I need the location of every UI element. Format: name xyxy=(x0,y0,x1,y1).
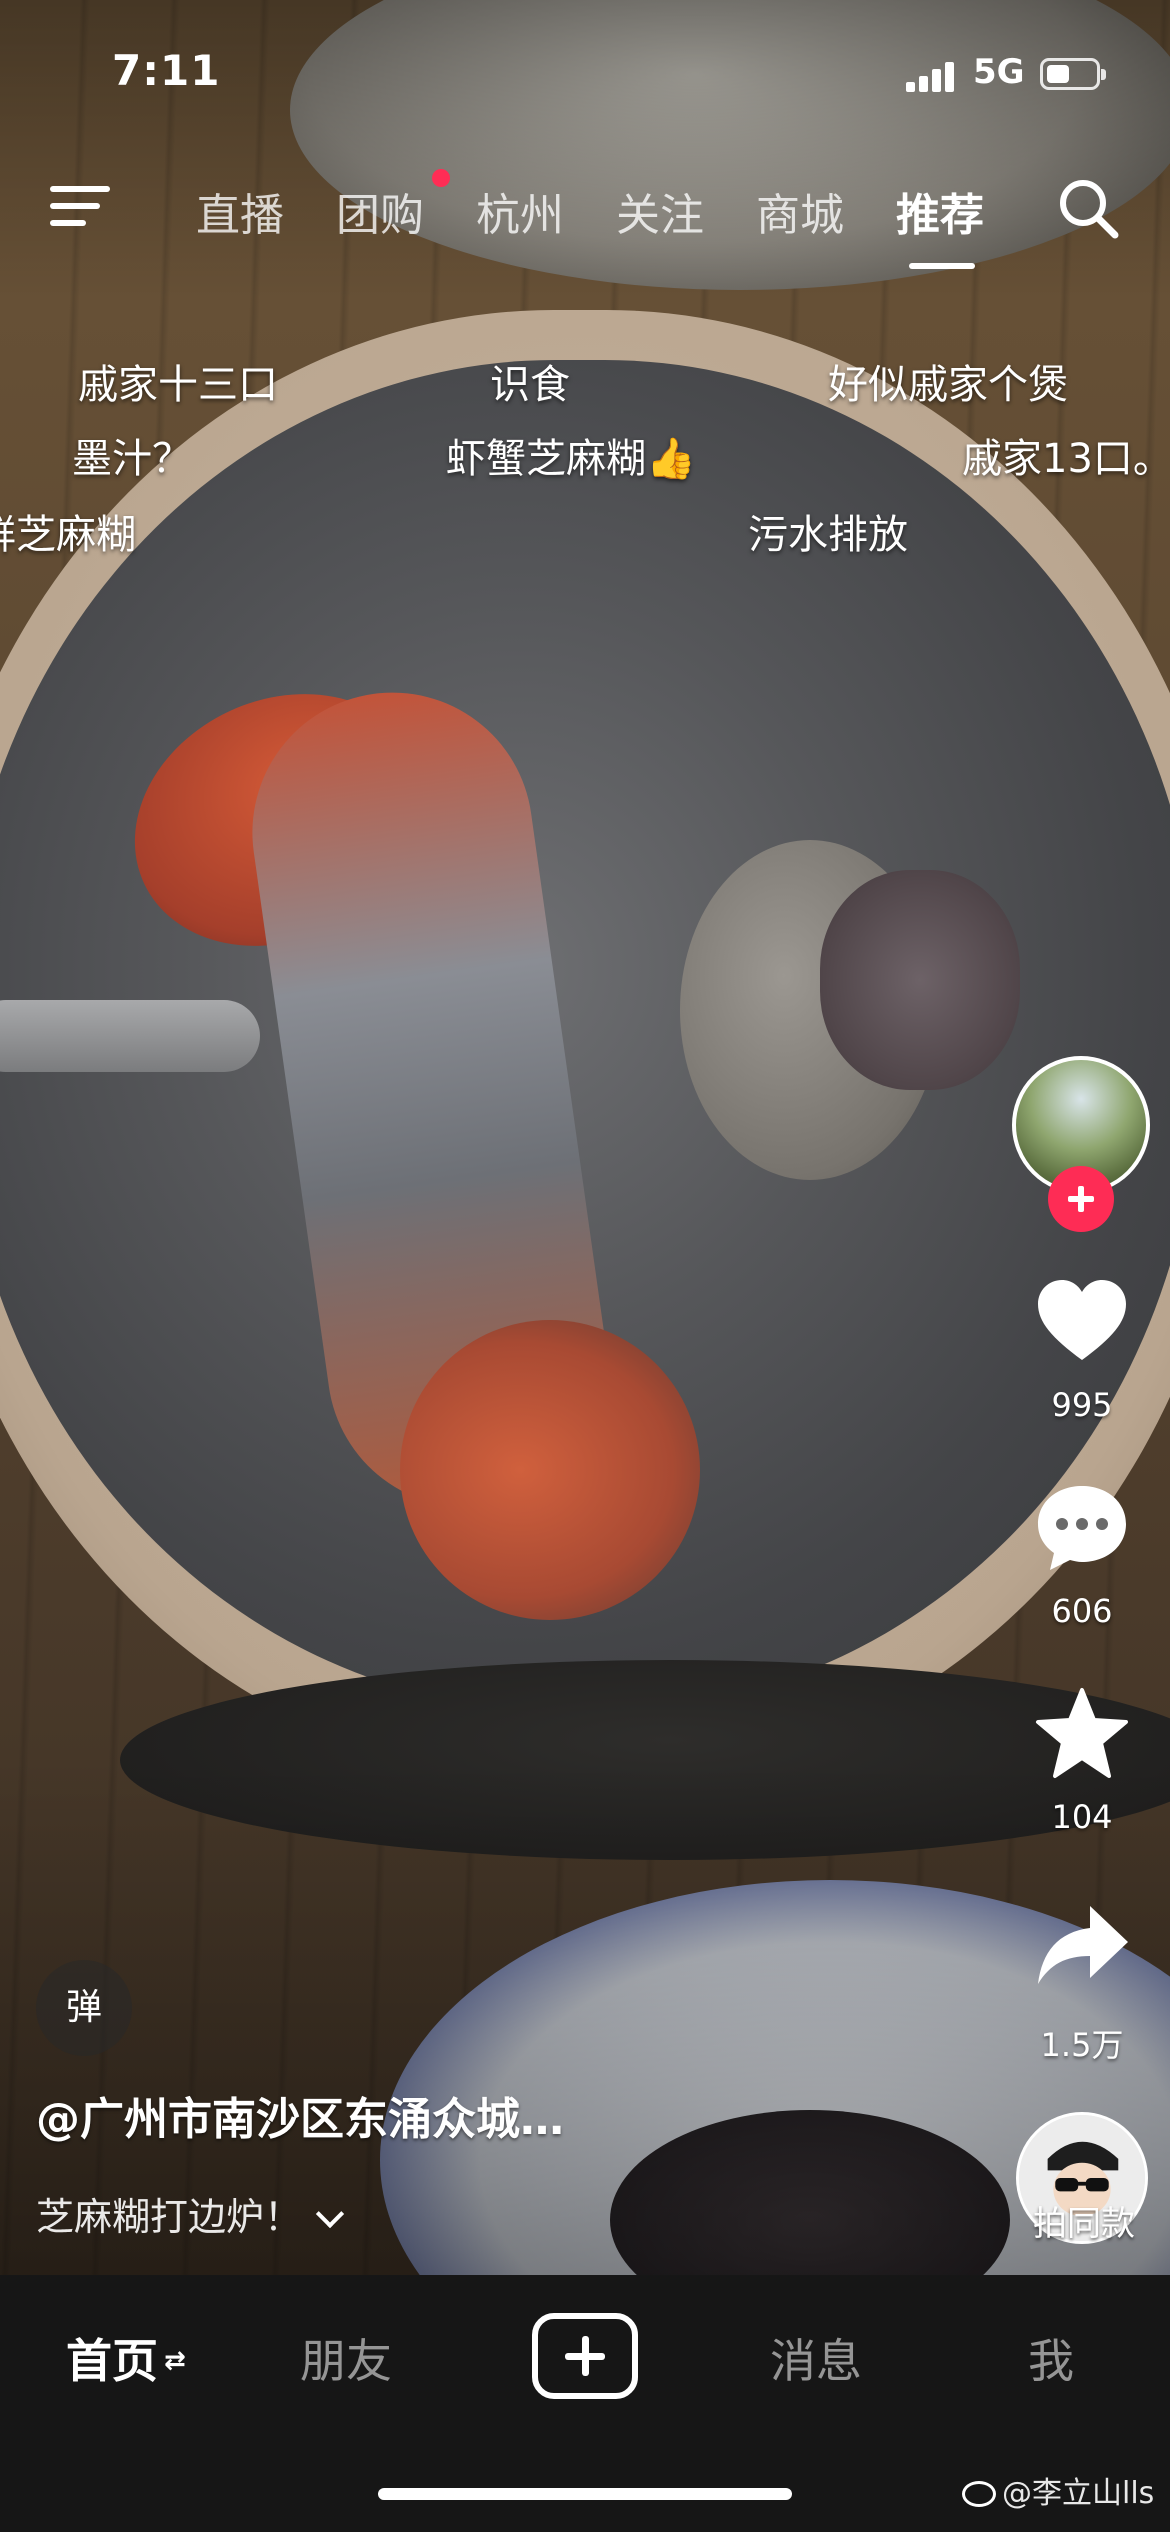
danmaku-comment: 鲜芝麻糊 xyxy=(0,512,136,558)
menu-icon[interactable] xyxy=(50,180,114,232)
danmaku-comment: 识食 xyxy=(490,362,570,408)
tab-city[interactable]: 杭州 xyxy=(476,179,564,243)
danmaku-comment: 污水排放 xyxy=(748,512,908,558)
chevron-down-icon xyxy=(315,2199,345,2229)
swap-arrows-icon: ⇄ xyxy=(164,2346,186,2376)
status-bar: 7:11 5G xyxy=(0,0,1170,150)
video-frame[interactable] xyxy=(0,0,1170,2275)
tab-group-buy[interactable]: 团购 xyxy=(336,179,424,243)
tab-home[interactable]: 首页 ⇄ xyxy=(66,2325,186,2391)
meatball xyxy=(820,870,1020,1090)
tab-friends[interactable]: 朋友 xyxy=(300,2325,392,2391)
danmaku-toggle-button[interactable]: 弹 xyxy=(36,1960,132,2056)
tab-mall[interactable]: 商城 xyxy=(756,179,844,243)
same-style-label[interactable]: 拍同款 xyxy=(1000,2196,1168,2245)
comment-icon[interactable] xyxy=(1032,1478,1132,1578)
active-tab-indicator xyxy=(909,263,975,269)
danmaku-comment: 虾蟹芝麻糊👍 xyxy=(446,436,696,482)
tab-home-label: 首页 xyxy=(66,2334,158,2388)
network-type: 5G xyxy=(973,52,1025,92)
status-time: 7:11 xyxy=(112,46,221,95)
danmaku-comment: 墨汁？ xyxy=(72,436,192,482)
like-heart-icon[interactable] xyxy=(1032,1272,1132,1372)
shrimp-head xyxy=(400,1320,700,1620)
share-count: 1.5万 xyxy=(1040,2026,1124,2064)
tab-messages[interactable]: 消息 xyxy=(770,2325,862,2391)
ladle-handle xyxy=(0,1000,260,1072)
share-arrow-icon[interactable] xyxy=(1032,1896,1132,1996)
create-post-button[interactable] xyxy=(532,2313,638,2399)
weibo-icon xyxy=(962,2481,996,2507)
favorite-star-icon[interactable] xyxy=(1032,1684,1132,1784)
like-count: 995 xyxy=(1051,1386,1113,1424)
favorite-count: 104 xyxy=(1051,1798,1113,1836)
description-text: 芝麻糊打边炉！ xyxy=(36,2195,303,2239)
notification-dot xyxy=(432,169,450,187)
follow-button[interactable] xyxy=(1048,1166,1114,1232)
home-indicator[interactable] xyxy=(378,2488,792,2500)
danmaku-comment: 戚家13口。 xyxy=(962,436,1170,482)
watermark-text: @李立山lls xyxy=(1002,2476,1155,2511)
battery-icon xyxy=(1040,58,1106,90)
search-icon[interactable] xyxy=(1055,175,1121,241)
danmaku-comment: 好似戚家个煲 xyxy=(828,362,1068,408)
tab-recommend[interactable]: 推荐 xyxy=(896,179,984,243)
comment-count: 606 xyxy=(1051,1592,1113,1630)
signal-icon xyxy=(906,62,956,92)
video-description[interactable]: 芝麻糊打边炉！ xyxy=(36,2186,345,2241)
tab-live[interactable]: 直播 xyxy=(196,179,284,243)
tab-me[interactable]: 我 xyxy=(1028,2325,1074,2391)
tab-following[interactable]: 关注 xyxy=(616,179,704,243)
watermark: @李立山lls xyxy=(962,2468,1154,2512)
author-name[interactable]: @广州市南沙区东涌众城… xyxy=(36,2083,564,2147)
danmaku-comment: 戚家十三口 xyxy=(78,362,278,408)
top-nav: 直播 团购 杭州 关注 商城 推荐 xyxy=(0,165,1170,275)
